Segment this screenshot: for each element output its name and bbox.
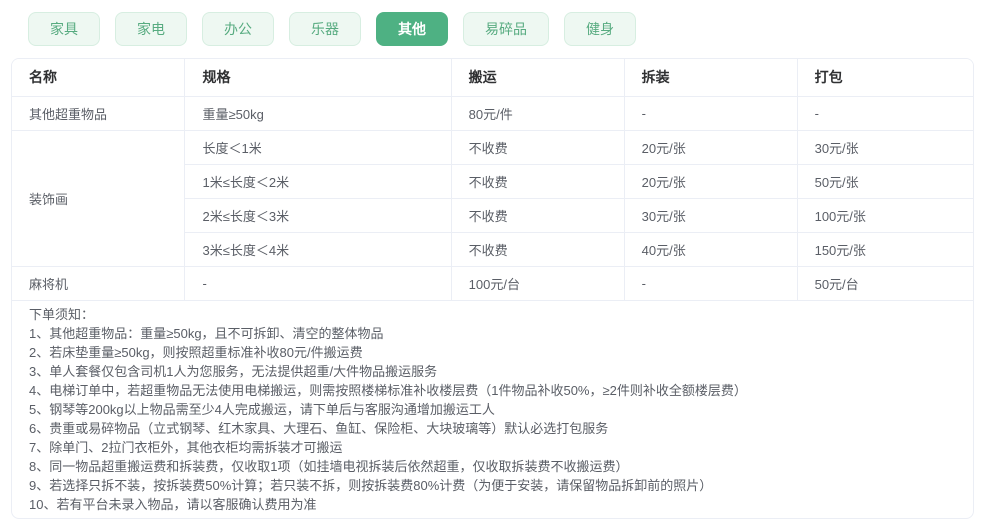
spec-cell: 2米≤长度＜3米	[184, 198, 452, 233]
item-name-cell: 麻将机	[12, 266, 186, 301]
note-line: 4、电梯订单中，若超重物品无法使用电梯搬运，则需按照楼梯标准补收楼层费（1件物品…	[29, 382, 747, 398]
disassemble-cell: -	[624, 266, 798, 301]
category-tab-1[interactable]: 家具	[28, 12, 100, 46]
note-line: 3、单人套餐仅包含司机1人为您服务，无法提供超重/大件物品搬运服务	[29, 363, 438, 379]
disassemble-cell: 20元/张	[624, 130, 798, 165]
column-header: 打包	[797, 59, 973, 97]
note-line: 2、若床垫重量≥50kg，则按照超重标准补收80元/件搬运费	[29, 344, 363, 360]
note-line: 10、若有平台未录入物品，请以客服确认费用为准	[29, 496, 317, 512]
note-line: 8、同一物品超重搬运费和拆装费，仅收取1项（如挂墙电视拆装后依然超重，仅收取拆装…	[29, 458, 629, 474]
move-cell: 不收费	[451, 232, 625, 267]
category-tab-7[interactable]: 健身	[564, 12, 636, 46]
note-line: 7、除单门、2拉门衣柜外，其他衣柜均需拆装才可搬运	[29, 439, 343, 455]
column-header: 规格	[184, 59, 452, 97]
order-notes: 下单须知： 1、其他超重物品：重量≥50kg，且不可拆卸、清空的整体物品 2、若床…	[12, 301, 973, 518]
disassemble-cell: 30元/张	[624, 198, 798, 233]
move-cell: 不收费	[451, 198, 625, 233]
category-tab-5-active[interactable]: 其他	[376, 12, 448, 46]
column-header: 名称	[12, 59, 186, 97]
note-line: 9、若选择只拆不装，按拆装费50%计算；若只装不拆，则按拆装费80%计费（为便于…	[29, 477, 713, 493]
table-header-row: 名称 规格 搬运 拆装 打包	[12, 59, 973, 97]
move-cell: 不收费	[451, 130, 625, 165]
pack-cell: 50元/张	[797, 164, 973, 199]
category-tab-6[interactable]: 易碎品	[463, 12, 549, 46]
move-cell: 不收费	[451, 164, 625, 199]
spec-cell: 1米≤长度＜2米	[184, 164, 452, 199]
pack-cell: 150元/张	[797, 232, 973, 267]
category-tab-2[interactable]: 家电	[115, 12, 187, 46]
spec-cell: -	[184, 266, 452, 301]
table-row: 装饰画 长度＜1米 不收费 20元/张 30元/张	[12, 130, 973, 267]
pack-cell: 30元/张	[797, 130, 973, 165]
move-cell: 100元/台	[451, 266, 625, 301]
table-row: 其他超重物品 重量≥50kg 80元/件 - -	[12, 96, 973, 131]
table-row: 麻将机 -100元/台 -50元/台	[12, 266, 973, 301]
note-line: 5、钢琴等200kg以上物品需至少4人完成搬运，请下单后与客服沟通增加搬运工人	[29, 401, 495, 417]
note-line: 6、贵重或易碎物品（立式钢琴、红木家具、大理石、鱼缸、保险柜、大块玻璃等）默认必…	[29, 420, 609, 436]
disassemble-cell: -	[624, 96, 798, 131]
column-header: 拆装	[624, 59, 798, 97]
column-header: 搬运	[451, 59, 625, 97]
notes-title: 下单须知：	[29, 306, 95, 322]
notes-list: 1、其他超重物品：重量≥50kg，且不可拆卸、清空的整体物品 2、若床垫重量≥50…	[29, 324, 956, 514]
item-name-cell: 其他超重物品	[12, 96, 186, 131]
spec-cell: 重量≥50kg	[184, 96, 452, 131]
pricing-panel: 名称 规格 搬运 拆装 打包 其他超重物品 重量≥50kg 80元/件 - - 装饰画 长度＜1米不…	[11, 58, 974, 519]
pack-cell: 100元/张	[797, 198, 973, 233]
spec-cell: 3米≤长度＜4米	[184, 232, 452, 267]
pricing-table: 名称 规格 搬运 拆装 打包 其他超重物品 重量≥50kg 80元/件 - - 装饰画 长度＜1米不…	[12, 59, 973, 301]
pack-cell: 50元/台	[797, 266, 973, 301]
spec-cell: 长度＜1米	[184, 130, 452, 165]
table-body: 其他超重物品 重量≥50kg 80元/件 - - 装饰画 长度＜1米 不收费 20元/张 30元/…	[12, 96, 973, 301]
item-name-cell: 装饰画	[12, 130, 186, 267]
move-cell: 80元/件	[451, 96, 625, 131]
category-tab-4[interactable]: 乐器	[289, 12, 361, 46]
pack-cell: -	[797, 96, 973, 131]
disassemble-cell: 20元/张	[624, 164, 798, 199]
disassemble-cell: 40元/张	[624, 232, 798, 267]
note-line: 1、其他超重物品：重量≥50kg，且不可拆卸、清空的整体物品	[29, 325, 384, 341]
category-tab-3[interactable]: 办公	[202, 12, 274, 46]
category-tabs: 家具 家电 办公 乐器 其他 易碎品 健身	[0, 0, 985, 46]
